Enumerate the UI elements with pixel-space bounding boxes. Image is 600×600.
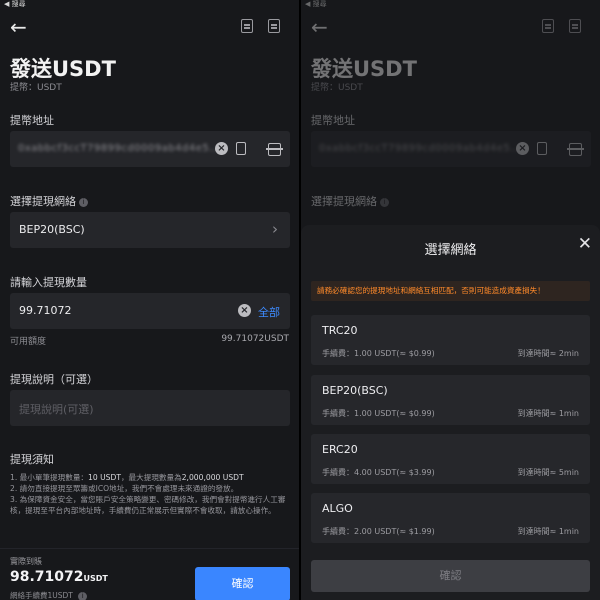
- memo-placeholder: 提現說明(可選): [19, 403, 94, 416]
- clear-address-icon[interactable]: ×: [215, 142, 228, 155]
- all-button[interactable]: 全部: [258, 304, 280, 320]
- top-bar: ←: [0, 14, 299, 40]
- memo-input[interactable]: 提現說明(可選): [10, 390, 290, 426]
- page-title: 發送USDT: [10, 57, 116, 81]
- back-arrow-icon: ←: [311, 15, 328, 39]
- available-label: 可用額度: [10, 337, 47, 347]
- record-icon: [569, 19, 581, 33]
- scan-icon[interactable]: [266, 143, 283, 156]
- send-usdt-screen: ◀ 搜尋 ← 發送USDT 提幣：USDT 提幣地址 0xabbcf3ccT79…: [0, 0, 299, 600]
- address-value: 0xabbcf3ccT79899cd0009ab4d4e5...: [18, 143, 221, 154]
- back-arrow-icon[interactable]: ←: [10, 16, 27, 38]
- withdraw-notes: 1. 最小單筆提現數量：10 USDT，最大提現數量為2,000,000 USD…: [10, 472, 292, 516]
- network-fee: 手續費：4.00 USDT(≈ $3.99): [322, 468, 435, 477]
- info-icon[interactable]: i: [78, 591, 88, 600]
- note-line-3: 3. 為保障資金安全，當您賬戶安全策略變更、密碼修改，我們會對提幣進行人工審核，…: [10, 495, 286, 515]
- notes-title: 提現須知: [10, 453, 54, 466]
- screenshot-pair: ◀ 搜尋 ← 發送USDT 提幣：USDT 提幣地址 0xabbcf3ccT79…: [0, 0, 600, 600]
- network-fee: 手續費：2.00 USDT(≈ $1.99): [322, 527, 435, 536]
- address-field[interactable]: 0xabbcf3ccT79899cd0009ab4d4e5... ×: [10, 131, 290, 167]
- address-label: 提幣地址: [10, 114, 54, 127]
- page-subtitle: 提幣：USDT: [311, 83, 363, 93]
- page-subtitle: 提幣：USDT: [10, 83, 62, 93]
- address-value: 0xabbcf3ccT79899cd0009ab4d4e5...: [319, 143, 522, 154]
- paste-icon[interactable]: [236, 142, 246, 155]
- network-name: TRC20: [322, 324, 358, 337]
- note-line-2: 2. 請勿直接提現至眾籌或ICO地址，我們不會處理未來通證的發放。: [10, 484, 239, 493]
- info-icon: i: [380, 197, 389, 207]
- network-option-algo[interactable]: ALGO 手續費：2.00 USDT(≈ $1.99) 到達時間≈ 1min: [311, 493, 590, 543]
- top-bar: ←: [301, 14, 600, 40]
- record-icon[interactable]: [268, 19, 280, 33]
- address-label: 提幣地址: [311, 114, 355, 127]
- network-time: 到達時間≈ 5min: [517, 468, 579, 477]
- status-back-link[interactable]: ◀ 搜尋: [0, 0, 26, 9]
- network-value: BEP20(BSC): [19, 223, 85, 236]
- address-field: 0xabbcf3ccT79899cd0009ab4d4e5... ×: [311, 131, 591, 167]
- book-icon[interactable]: [241, 19, 253, 33]
- network-name: ALGO: [322, 502, 353, 515]
- amount-input[interactable]: 99.71072 × 全部: [10, 293, 290, 329]
- available-row: 可用額度 99.71072USDT: [10, 334, 289, 347]
- network-sheet: 選擇網絡 ✕ 請務必確認您的提現地址和網絡互相匹配，否則可能造成資產損失！ TR…: [301, 225, 600, 600]
- receive-amount: 98.71072USDT: [10, 569, 108, 585]
- amount-label: 請輸入提現數量: [10, 276, 87, 289]
- note-line-1: 1. 最小單筆提現數量：10 USDT，最大提現數量為2,000,000 USD…: [10, 473, 244, 482]
- network-selector[interactable]: BEP20(BSC) ›: [10, 212, 290, 248]
- receive-label: 實際到賬: [10, 557, 42, 566]
- status-back-link: ◀ 搜尋: [305, 0, 327, 8]
- scan-icon: [567, 143, 584, 156]
- network-name: ERC20: [322, 443, 358, 456]
- network-select-screen: ◀ 搜尋 ← 發送USDT 提幣：USDT 提幣地址 0xabbcf3ccT79…: [301, 0, 600, 600]
- fee-note: 網絡手續費1USDT i: [10, 590, 88, 600]
- close-icon[interactable]: ✕: [578, 234, 592, 254]
- clear-amount-icon[interactable]: ×: [238, 304, 251, 317]
- info-icon[interactable]: i: [79, 197, 88, 207]
- warning-banner: 請務必確認您的提現地址和網絡互相匹配，否則可能造成資產損失！: [311, 281, 590, 301]
- network-time: 到達時間≈ 2min: [517, 349, 579, 358]
- network-fee: 手續費：1.00 USDT(≈ $0.99): [322, 349, 435, 358]
- network-time: 到達時間≈ 1min: [517, 527, 579, 536]
- sheet-confirm-button[interactable]: 確認: [311, 560, 590, 592]
- memo-label: 提現說明（可選）: [10, 373, 98, 386]
- network-label: 選擇提現網絡 i: [311, 193, 389, 209]
- available-value: 99.71072USDT: [221, 334, 289, 344]
- sheet-title: 選擇網絡: [424, 243, 477, 258]
- confirm-button[interactable]: 確認: [195, 567, 290, 600]
- book-icon: [542, 19, 554, 33]
- network-label: 選擇提現網絡 i: [10, 193, 88, 209]
- network-time: 到達時間≈ 1min: [517, 409, 579, 418]
- network-option-bep20[interactable]: BEP20(BSC) 手續費：1.00 USDT(≈ $0.99) 到達時間≈ …: [311, 375, 590, 425]
- amount-value: 99.71072: [19, 304, 72, 317]
- chevron-right-icon: ›: [272, 220, 278, 238]
- network-fee: 手續費：1.00 USDT(≈ $0.99): [322, 409, 435, 418]
- bottom-bar: 實際到賬 98.71072USDT 網絡手續費1USDT i 確認: [0, 548, 299, 600]
- network-name: BEP20(BSC): [322, 384, 388, 397]
- clear-address-icon: ×: [516, 142, 529, 155]
- network-option-erc20[interactable]: ERC20 手續費：4.00 USDT(≈ $3.99) 到達時間≈ 5min: [311, 434, 590, 484]
- network-option-trc20[interactable]: TRC20 手續費：1.00 USDT(≈ $0.99) 到達時間≈ 2min: [311, 315, 590, 365]
- paste-icon: [537, 142, 547, 155]
- page-title: 發送USDT: [311, 57, 417, 81]
